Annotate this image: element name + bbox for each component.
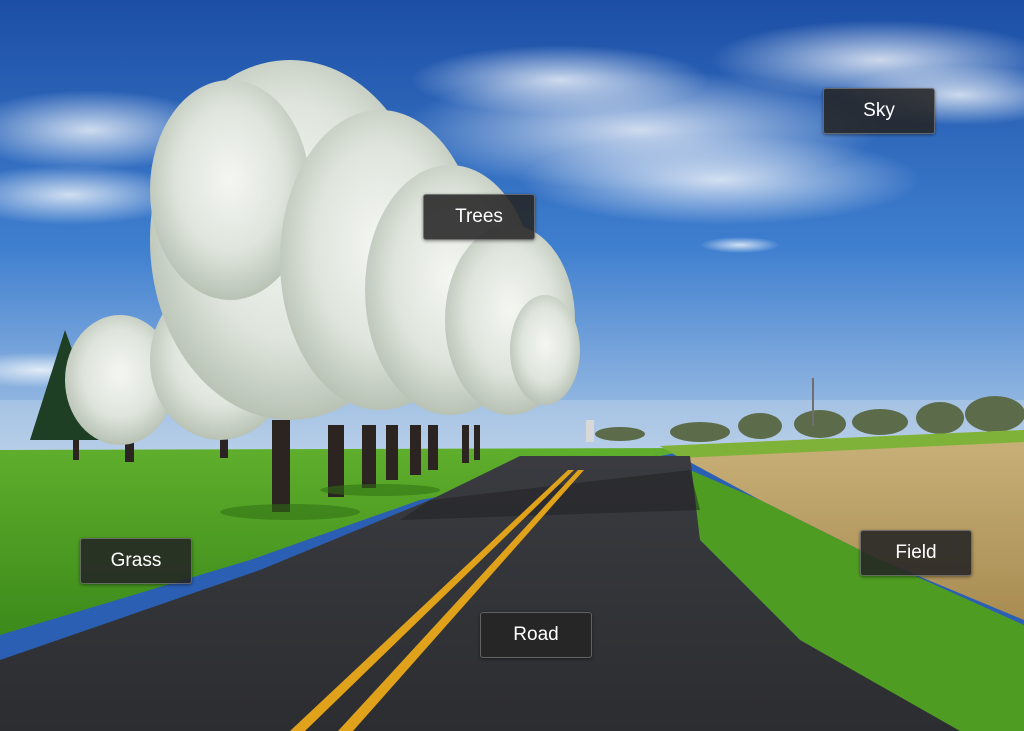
landscape-scene: Sky Trees Grass Field Road (0, 0, 1024, 731)
grass-label-tag[interactable]: Grass (80, 538, 192, 584)
road-label-tag[interactable]: Road (480, 612, 592, 658)
field-label-tag[interactable]: Field (860, 530, 972, 576)
sky-label-tag[interactable]: Sky (823, 88, 935, 134)
trees-label-tag[interactable]: Trees (423, 194, 535, 240)
